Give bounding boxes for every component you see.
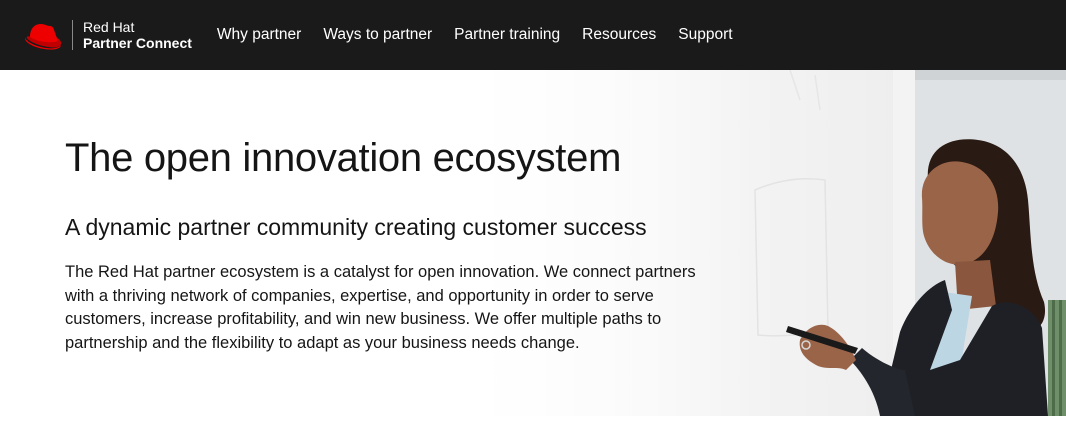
hero-section: The open innovation ecosystem A dynamic … (0, 70, 1066, 416)
brand-logo-link[interactable]: Red Hat Partner Connect (24, 0, 192, 70)
hero-subtitle: A dynamic partner community creating cus… (65, 214, 647, 240)
top-navbar: Red Hat Partner Connect Why partner Ways… (0, 0, 1066, 70)
page-bottom-strip (0, 416, 1066, 434)
nav-item-why-partner[interactable]: Why partner (217, 0, 301, 70)
hero-description: The Red Hat partner ecosystem is a catal… (65, 263, 696, 352)
hero-title: The open innovation ecosystem (65, 136, 622, 180)
nav-item-resources[interactable]: Resources (582, 0, 656, 70)
nav-item-ways-to-partner[interactable]: Ways to partner (323, 0, 432, 70)
hero-gradient-overlay (0, 70, 760, 416)
red-hat-logo-icon (25, 24, 61, 50)
nav-item-support[interactable]: Support (678, 0, 732, 70)
brand-text: Red Hat Partner Connect (83, 19, 192, 51)
main-nav: Why partner Ways to partner Partner trai… (217, 0, 755, 70)
nav-item-partner-training[interactable]: Partner training (454, 0, 560, 70)
brand-name: Red Hat (83, 19, 135, 35)
brand-divider (72, 20, 73, 50)
brand-product-name: Partner Connect (83, 35, 192, 51)
